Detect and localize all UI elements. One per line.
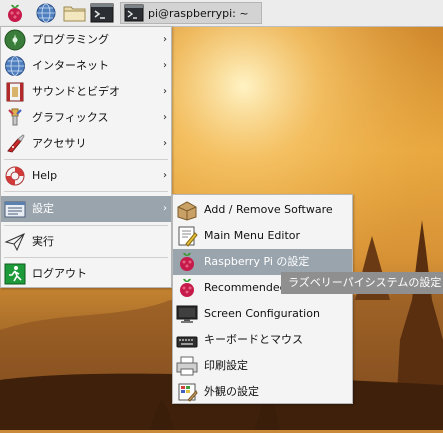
terminal-icon	[124, 4, 144, 22]
submenu-arrow-icon: ›	[163, 203, 167, 214]
submenu-item-label: Add / Remove Software	[204, 203, 333, 216]
accessories-knife-icon	[7, 134, 25, 153]
menu-item-preferences[interactable]: 設定 ›	[1, 196, 171, 222]
menu-item-label: Help	[32, 169, 58, 182]
submenu-item-main-menu-editor[interactable]: Main Menu Editor	[173, 223, 352, 249]
monitor-icon	[176, 305, 198, 323]
submenu-arrow-icon: ›	[163, 138, 167, 149]
web-browser-icon[interactable]	[34, 2, 58, 24]
menu-item-sound-video[interactable]: サウンドとビデオ ›	[1, 79, 171, 105]
taskbar-window-button[interactable]: pi@raspberrypi: ~	[120, 2, 262, 24]
submenu-item-label: キーボードとマウス	[204, 333, 303, 346]
tooltip: ラズベリーパイシステムの設定	[281, 272, 443, 294]
menu-item-label: プログラミング	[32, 33, 109, 46]
menu-item-run[interactable]: 実行	[1, 229, 171, 255]
keyboard-mouse-icon	[176, 336, 198, 348]
menu-item-label: アクセサリ	[32, 137, 87, 150]
menu-item-graphics[interactable]: グラフィックス ›	[1, 105, 171, 131]
submenu-item-add-remove-software[interactable]: Add / Remove Software	[173, 197, 352, 223]
menu-item-label: 実行	[32, 235, 54, 248]
menu-item-internet[interactable]: インターネット ›	[1, 53, 171, 79]
menu-item-label: ログアウト	[32, 267, 87, 280]
preferences-icon	[4, 201, 26, 218]
submenu-item-label: Recommended	[204, 281, 287, 294]
graphics-brush-icon	[8, 108, 22, 126]
programming-icon	[4, 29, 26, 51]
menu-item-label: グラフィックス	[32, 111, 109, 124]
submenu-arrow-icon: ›	[163, 34, 167, 45]
menu-item-logout[interactable]: ログアウト	[1, 261, 171, 287]
menu-item-label: サウンドとビデオ	[32, 85, 120, 98]
package-box-icon	[177, 201, 197, 221]
file-manager-icon[interactable]	[62, 2, 88, 24]
menu-item-help[interactable]: Help ›	[1, 163, 171, 189]
taskbar: pi@raspberrypi: ~	[0, 0, 443, 27]
sound-video-icon	[6, 82, 24, 102]
menu-separator	[4, 257, 168, 258]
appearance-icon	[178, 383, 198, 402]
run-paperplane-icon	[4, 233, 25, 252]
raspberry-menu-icon[interactable]	[3, 2, 27, 24]
printer-icon	[176, 356, 198, 376]
submenu-arrow-icon: ›	[163, 170, 167, 181]
menu-item-label: 設定	[32, 202, 54, 215]
submenu-item-keyboard-mouse[interactable]: キーボードとマウス	[173, 327, 352, 353]
submenu-item-screen-configuration[interactable]: Screen Configuration	[173, 301, 352, 327]
menu-separator	[4, 191, 168, 192]
submenu-item-label: 外観の設定	[204, 385, 259, 398]
menu-separator	[4, 225, 168, 226]
window-title: pi@raspberrypi: ~	[148, 6, 249, 20]
submenu-item-label: Main Menu Editor	[204, 229, 301, 242]
preferences-submenu: Add / Remove Software Main Menu Editor R…	[172, 194, 353, 404]
submenu-item-label: Screen Configuration	[204, 307, 320, 320]
submenu-arrow-icon: ›	[163, 86, 167, 97]
raspberry-pi-icon	[180, 278, 194, 297]
terminal-icon[interactable]	[90, 2, 114, 24]
submenu-item-print-settings[interactable]: 印刷設定	[173, 353, 352, 379]
menu-separator	[4, 159, 168, 160]
menu-item-accessories[interactable]: アクセサリ ›	[1, 131, 171, 157]
internet-globe-icon	[5, 56, 25, 76]
main-menu: プログラミング › インターネット › サウンドとビデオ › グラフィックス ›…	[0, 26, 172, 288]
raspberry-pi-icon	[180, 252, 194, 271]
menu-item-programming[interactable]: プログラミング ›	[1, 27, 171, 53]
submenu-item-label: 印刷設定	[204, 359, 248, 372]
submenu-arrow-icon: ›	[163, 112, 167, 123]
help-lifebuoy-icon	[5, 166, 25, 186]
menu-editor-icon	[178, 226, 198, 247]
logout-running-man-icon	[4, 263, 26, 285]
submenu-item-appearance[interactable]: 外観の設定	[173, 379, 352, 405]
submenu-arrow-icon: ›	[163, 60, 167, 71]
menu-item-label: インターネット	[32, 59, 109, 72]
